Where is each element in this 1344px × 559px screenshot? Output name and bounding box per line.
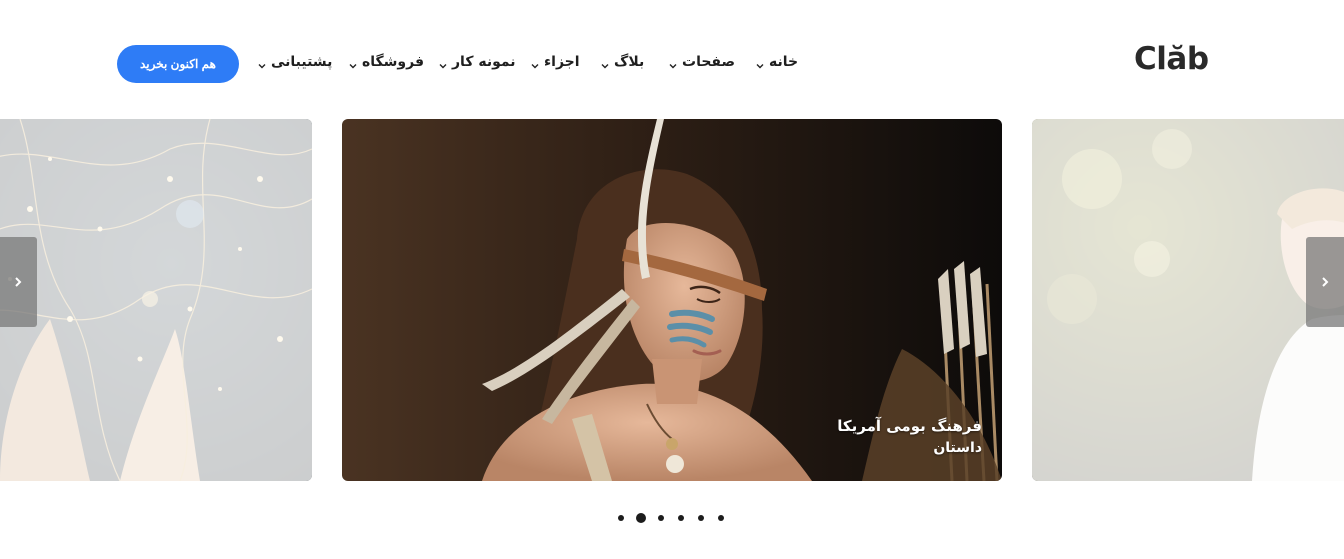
carousel-next-button[interactable] [1306, 237, 1344, 327]
chevron-right-icon [13, 273, 23, 292]
carousel-dot[interactable] [718, 515, 724, 521]
nav-item-shop-label: فروشگاه [362, 54, 425, 70]
logo[interactable]: Clăb [1134, 40, 1209, 78]
chevron-down-icon [349, 58, 357, 69]
nav-item-support-label: پشتیبانی [271, 54, 333, 70]
carousel-pagination [618, 513, 738, 523]
nav-item-pages-label: صفحات [682, 54, 736, 70]
logo-text-b: ă [1166, 41, 1187, 77]
nav-item-blog[interactable]: بلاگ [601, 50, 644, 74]
logo-text-c: b [1186, 41, 1209, 77]
nav-item-elements-label: اجزاء [544, 54, 580, 70]
slide-caption: فرهنگ بومی آمریکا داستان [837, 415, 982, 459]
chevron-down-icon [669, 58, 677, 69]
nav-item-portfolio[interactable]: نمونه کار [439, 50, 516, 74]
carousel-dot[interactable] [618, 515, 624, 521]
chevron-down-icon [439, 58, 447, 69]
chevron-right-icon [1320, 273, 1330, 292]
slide-caption-subtitle: داستان [933, 440, 982, 456]
carousel-prev-button[interactable] [0, 237, 37, 327]
carousel-slide-next[interactable] [1032, 119, 1344, 481]
nav-item-home[interactable]: خانه [756, 50, 798, 74]
carousel-slide-active[interactable]: فرهنگ بومی آمریکا داستان [342, 119, 1002, 481]
chevron-down-icon [531, 58, 539, 69]
slide-fade-overlay [0, 119, 312, 481]
nav-item-pages[interactable]: صفحات [669, 50, 735, 74]
carousel-dot[interactable] [678, 515, 684, 521]
nav-item-support[interactable]: پشتیبانی [258, 50, 332, 74]
nav-item-elements[interactable]: اجزاء [531, 50, 580, 74]
nav-item-portfolio-label: نمونه کار [452, 54, 516, 70]
carousel-dot[interactable] [698, 515, 704, 521]
carousel-slide-previous[interactable] [0, 119, 312, 481]
chevron-down-icon [258, 58, 266, 69]
nav-item-home-label: خانه [769, 54, 799, 70]
slide-fade-overlay [1032, 119, 1344, 481]
logo-text-a: Cl [1134, 41, 1167, 77]
carousel-dot[interactable] [658, 515, 664, 521]
slide-caption-title: فرهنگ بومی آمریکا [837, 417, 982, 435]
carousel-dot-active[interactable] [636, 513, 646, 523]
buy-now-button[interactable]: هم اکنون بخرید [117, 45, 239, 83]
chevron-down-icon [601, 58, 609, 69]
nav-item-shop[interactable]: فروشگاه [349, 50, 424, 74]
nav-item-blog-label: بلاگ [614, 54, 645, 70]
chevron-down-icon [756, 58, 764, 69]
